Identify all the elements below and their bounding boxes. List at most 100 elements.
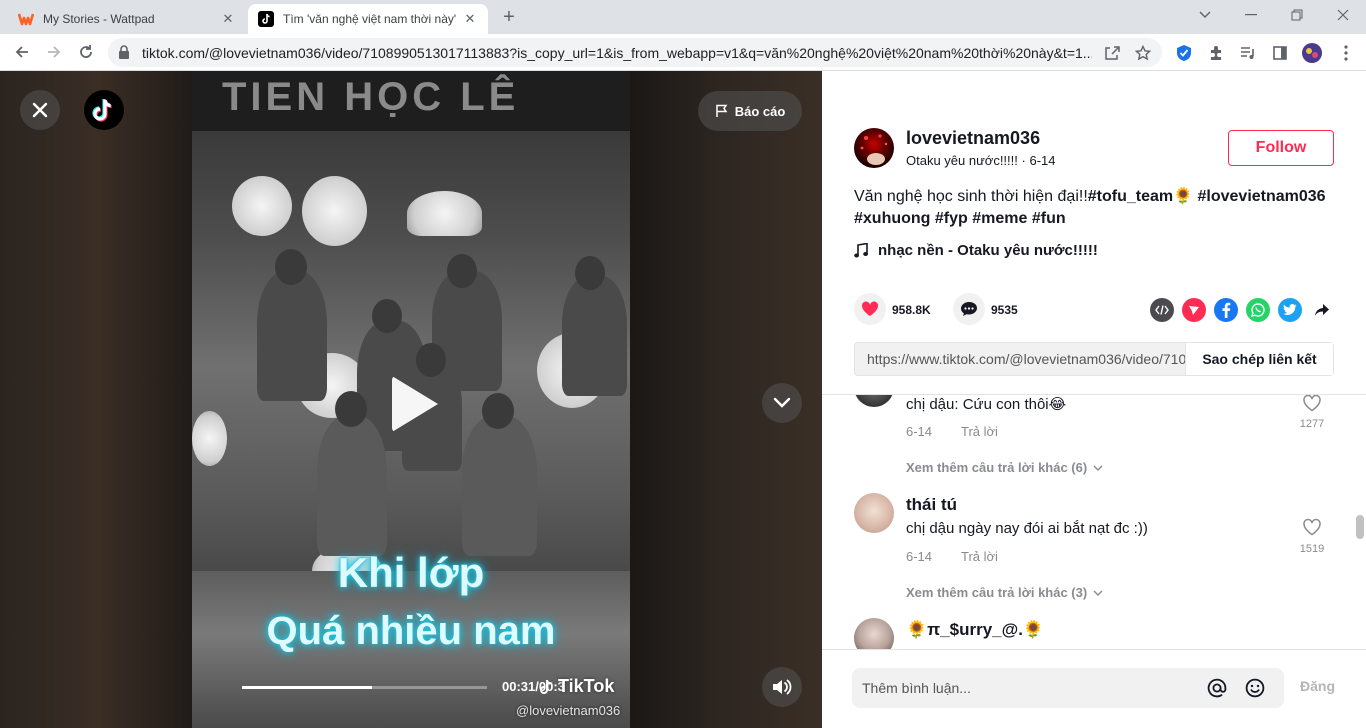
comment-list[interactable]: chị dậu: Cứu con thôi😂 6-14 Trả lời 1277… (822, 394, 1366, 649)
tab-bar: My Stories - Wattpad ✕ Tìm 'văn nghệ việ… (0, 0, 1366, 34)
tab-wattpad[interactable]: My Stories - Wattpad ✕ (8, 4, 246, 34)
author-username[interactable]: lovevietnam036 (906, 128, 1040, 149)
video-progress-bar[interactable] (242, 686, 487, 689)
tab-search-chevron-icon[interactable] (1182, 0, 1228, 30)
comment-bubble-icon (961, 302, 977, 316)
reply-button[interactable]: Trả lời (961, 549, 998, 564)
hashtag-link[interactable]: #meme (972, 210, 1027, 227)
comment-author[interactable]: 🌻π_$urry_@.🌻 (906, 620, 1044, 640)
minimize-icon[interactable] (1228, 0, 1274, 30)
browser-toolbar: tiktok.com/@lovevietnam036/video/7108990… (0, 34, 1366, 71)
chevron-down-icon (773, 397, 791, 408)
tab-close-icon[interactable]: ✕ (220, 11, 236, 27)
dancer-shape (462, 416, 537, 556)
close-video-button[interactable] (20, 90, 60, 130)
more-share-button[interactable] (1310, 298, 1334, 322)
media-queue-icon[interactable] (1238, 43, 1258, 63)
share-page-icon[interactable] (1103, 44, 1121, 62)
follow-button[interactable]: Follow (1228, 130, 1334, 166)
whatsapp-share-button[interactable] (1246, 298, 1270, 322)
whatsapp-icon (1251, 303, 1265, 317)
forward-icon[interactable] (42, 40, 66, 64)
profile-avatar-icon[interactable] (1302, 43, 1322, 63)
chrome-menu-icon[interactable] (1336, 43, 1356, 63)
video-progress-fill (242, 686, 372, 689)
reload-icon[interactable] (74, 40, 98, 64)
emoji-button[interactable] (1243, 676, 1267, 700)
close-icon (32, 102, 48, 118)
back-icon[interactable] (10, 40, 34, 64)
restore-icon[interactable] (1274, 0, 1320, 30)
hashtag-link[interactable]: #fyp (935, 210, 968, 227)
new-tab-icon[interactable]: + (498, 7, 520, 29)
music-link[interactable]: nhạc nền - Otaku yêu nước!!!!! (854, 242, 1098, 259)
author-nickname: Otaku yêu nước!!!!! (906, 153, 1018, 168)
dancer-shape (257, 271, 327, 401)
dancer-head (447, 254, 477, 288)
comment-author[interactable]: thái tú (906, 495, 957, 515)
hashtag-link[interactable]: #lovevietnam036 (1198, 188, 1326, 205)
bookmark-star-icon[interactable] (1134, 44, 1152, 62)
watermark-brand: TikTok (538, 676, 614, 697)
twitter-share-button[interactable] (1278, 298, 1302, 322)
hashtag-link[interactable]: #xuhuong (854, 210, 930, 227)
next-video-button[interactable] (762, 383, 802, 423)
address-bar[interactable]: tiktok.com/@lovevietnam036/video/7108990… (108, 38, 1162, 67)
comment-text: chị dậu: Cứu con thôi😂 (906, 396, 1067, 413)
dancer-head (372, 299, 402, 333)
watermark-brand-text: TikTok (558, 676, 615, 696)
banner-text: TIEN HỌC LÊ (222, 75, 520, 119)
reply-button[interactable]: Trả lời (961, 424, 998, 439)
report-button[interactable]: Báo cáo (698, 91, 802, 131)
comment-like-button[interactable] (1300, 515, 1324, 539)
author-avatar[interactable] (854, 128, 894, 168)
comment-date: 6-14 (906, 424, 933, 439)
like-button[interactable] (854, 293, 886, 325)
copy-link-button[interactable]: Sao chép liên kết (1185, 343, 1333, 375)
comment-avatar[interactable] (854, 493, 894, 533)
hat-shape (192, 411, 227, 466)
comment-avatar[interactable] (854, 618, 894, 649)
side-panel-icon[interactable] (1270, 43, 1290, 63)
extensions-puzzle-icon[interactable] (1206, 43, 1226, 63)
hashtag-link[interactable]: #tofu_team🌻 (1088, 188, 1193, 205)
facebook-share-button[interactable] (1214, 298, 1238, 322)
tab-close-icon[interactable]: ✕ (462, 11, 478, 27)
embed-share-button[interactable] (1150, 298, 1174, 322)
comment-like-button[interactable] (1300, 395, 1324, 415)
hashtag-link[interactable]: #fun (1032, 210, 1066, 227)
dancer-head (575, 256, 605, 290)
video-link-url[interactable]: https://www.tiktok.com/@lovevietnam036/v… (855, 343, 1185, 375)
window-close-icon[interactable] (1320, 0, 1366, 30)
comment-text: chị dậu ngày nay đói ai bắt nạt đc :)) (906, 520, 1148, 537)
chevron-down-icon (1093, 465, 1103, 471)
heart-outline-icon (1303, 395, 1321, 412)
view-more-label: Xem thêm câu trả lời khác (3) (906, 585, 1088, 600)
tab-tiktok[interactable]: Tìm 'văn nghệ việt nam thời này' ✕ (248, 4, 488, 34)
comment-like-count: 1519 (1299, 543, 1325, 555)
comment-avatar[interactable] (854, 395, 894, 407)
at-sign-icon (1207, 678, 1227, 698)
shield-extension-icon[interactable] (1174, 43, 1194, 63)
dancer-head (335, 391, 367, 427)
send-to-friends-button[interactable] (1182, 298, 1206, 322)
comment-count: 9535 (991, 303, 1018, 317)
video-description: Văn nghệ học sinh thời hiện đại!!#tofu_t… (854, 186, 1344, 230)
post-comment-button[interactable]: Đăng (1300, 678, 1335, 694)
flag-icon (715, 104, 728, 117)
watermark-user: @lovevietnam036 (516, 703, 621, 718)
twitter-icon (1283, 304, 1297, 315)
video-stage[interactable]: TIEN HỌC LÊ Khi lớp Quá nhiều nam 00:31/… (0, 71, 822, 728)
volume-button[interactable] (762, 667, 802, 707)
lock-icon[interactable] (118, 45, 130, 64)
view-more-replies-button[interactable]: Xem thêm câu trả lời khác (3) (906, 585, 1103, 600)
view-more-replies-button[interactable]: Xem thêm câu trả lời khác (6) (906, 460, 1103, 475)
comment-scrollbar[interactable] (1356, 515, 1364, 539)
comment-button[interactable] (953, 293, 985, 325)
tiktok-logo-button[interactable] (84, 90, 124, 130)
video-frame[interactable]: TIEN HỌC LÊ Khi lớp Quá nhiều nam 00:31/… (192, 71, 630, 728)
music-title: nhạc nền - Otaku yêu nước!!!!! (878, 242, 1098, 259)
play-icon[interactable] (392, 376, 438, 432)
mention-button[interactable] (1205, 676, 1229, 700)
embed-code-icon (1155, 305, 1169, 315)
